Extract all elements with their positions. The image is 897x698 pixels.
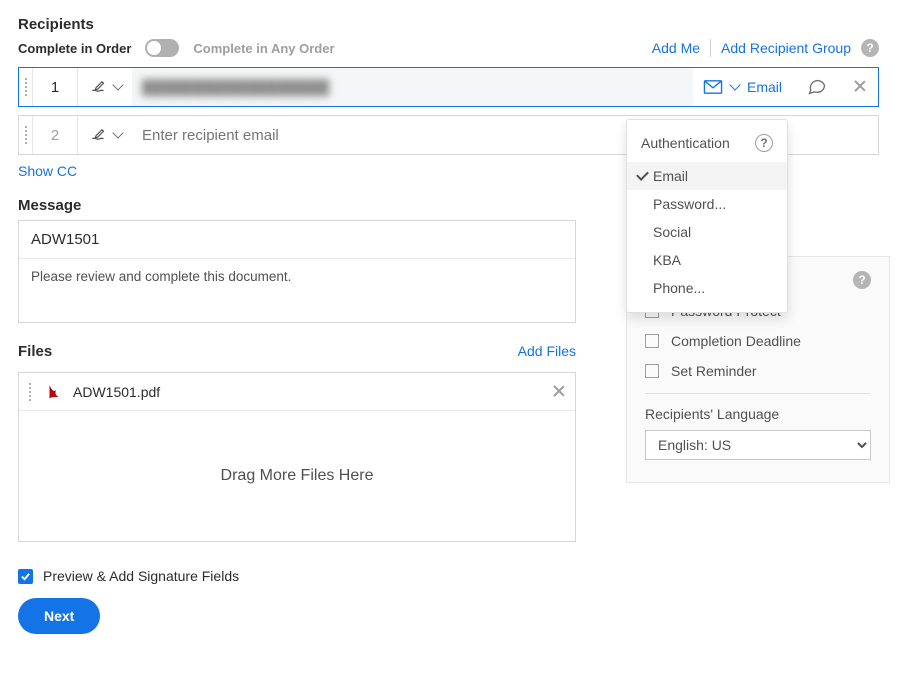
- order-toggle[interactable]: [145, 39, 179, 57]
- complete-any-order-label: Complete in Any Order: [193, 41, 334, 56]
- auth-dropdown: Authentication ? Email Password... Socia…: [626, 119, 788, 313]
- envelope-icon: [703, 80, 723, 94]
- help-icon[interactable]: ?: [755, 134, 773, 152]
- auth-option-kba[interactable]: KBA: [627, 246, 787, 274]
- auth-option-phone[interactable]: Phone...: [627, 274, 787, 302]
- next-button[interactable]: Next: [18, 598, 100, 634]
- completion-deadline-checkbox[interactable]: Completion Deadline: [645, 333, 871, 349]
- auth-option-email[interactable]: Email: [627, 162, 787, 190]
- auth-method-label: Email: [747, 79, 782, 95]
- close-icon: [553, 385, 565, 397]
- help-icon[interactable]: ?: [853, 271, 871, 289]
- private-message-button[interactable]: [792, 76, 842, 99]
- pdf-icon: [45, 383, 63, 401]
- files-heading: Files: [18, 343, 518, 360]
- chevron-down-icon: [112, 127, 123, 138]
- language-select[interactable]: English: US: [645, 430, 871, 460]
- recipient-email-value[interactable]: ██████████████████: [142, 79, 330, 95]
- file-drop-zone[interactable]: Drag More Files Here: [19, 411, 575, 541]
- preview-checkbox[interactable]: [18, 569, 33, 584]
- help-icon[interactable]: ?: [861, 39, 879, 57]
- preview-label: Preview & Add Signature Fields: [43, 568, 239, 584]
- file-name: ADW1501.pdf: [73, 384, 553, 400]
- message-body-input[interactable]: Please review and complete this document…: [19, 259, 575, 322]
- option-label: Set Reminder: [671, 363, 757, 379]
- drag-handle-icon[interactable]: [29, 383, 35, 401]
- check-icon: [20, 571, 31, 582]
- checkbox-icon: [645, 334, 659, 348]
- add-recipient-group-link[interactable]: Add Recipient Group: [721, 40, 851, 56]
- recipient-row[interactable]: 1 ██████████████████ Email: [18, 67, 879, 107]
- remove-recipient-button[interactable]: [842, 79, 878, 95]
- auth-option-password[interactable]: Password...: [627, 190, 787, 218]
- language-label: Recipients' Language: [645, 406, 871, 422]
- file-row[interactable]: ADW1501.pdf: [19, 373, 575, 411]
- drag-handle-icon[interactable]: [19, 68, 33, 106]
- close-icon: [854, 80, 866, 92]
- chevron-down-icon: [729, 79, 740, 90]
- divider: [710, 39, 711, 57]
- checkbox-icon: [645, 364, 659, 378]
- pen-icon: [88, 126, 110, 144]
- add-files-link[interactable]: Add Files: [518, 343, 576, 359]
- option-label: Completion Deadline: [671, 333, 801, 349]
- set-reminder-checkbox[interactable]: Set Reminder: [645, 363, 871, 379]
- show-cc-link[interactable]: Show CC: [18, 163, 77, 179]
- remove-file-button[interactable]: [553, 384, 565, 400]
- pen-icon: [88, 78, 110, 96]
- speech-bubble-icon: [806, 76, 828, 96]
- recipient-role-button[interactable]: [77, 68, 132, 106]
- auth-method-button[interactable]: Email: [693, 79, 792, 95]
- auth-dropdown-title: Authentication: [641, 135, 730, 151]
- divider: [645, 393, 871, 394]
- recipient-role-button[interactable]: [77, 116, 132, 154]
- drag-handle-icon[interactable]: [19, 116, 33, 154]
- chevron-down-icon: [112, 79, 123, 90]
- recipient-number: 1: [33, 79, 77, 96]
- auth-option-social[interactable]: Social: [627, 218, 787, 246]
- add-me-link[interactable]: Add Me: [652, 40, 700, 56]
- complete-in-order-label: Complete in Order: [18, 41, 131, 56]
- recipient-number: 2: [33, 127, 77, 144]
- recipients-heading: Recipients: [18, 16, 879, 33]
- message-subject-input[interactable]: ADW1501: [19, 221, 575, 259]
